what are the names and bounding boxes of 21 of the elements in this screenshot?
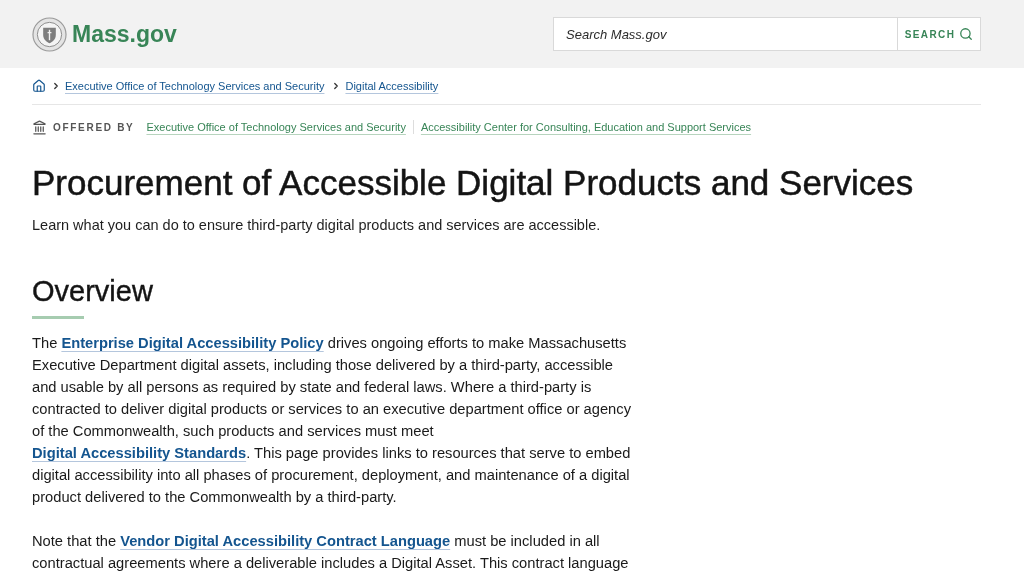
page-lede: Learn what you can do to ensure third-party digital products and services are accessible. — [32, 216, 602, 235]
heading-underline — [32, 316, 84, 319]
seal-icon — [32, 16, 67, 52]
body-paragraph: Note that the Vendor Digital Accessibility Contract Language must be included in all contractual agreements where a deliverable includes a Digital Asset. This contract language — [32, 532, 630, 573]
text-link[interactable]: Vendor Digital Accessibility Contract Language — [120, 533, 451, 549]
building-icon — [32, 119, 47, 135]
search-button[interactable]: SEARCH — [897, 17, 981, 51]
text-link[interactable]: Enterprise Digital Accessibility Policy — [61, 335, 324, 351]
site-logo-link[interactable]: Mass.gov — [32, 16, 177, 52]
organization-link[interactable]: Executive Office of Technology Services and Security — [146, 121, 406, 133]
page-title: Procurement of Accessible Digital Products and Services — [32, 163, 915, 203]
search-field[interactable]: Search Mass.gov — [553, 17, 897, 51]
organization-link[interactable]: Accessibility Center for Consulting, Education and Support Services — [420, 121, 752, 133]
section-heading: Overview — [32, 274, 154, 308]
offered-by-label: OFFERED BY — [53, 121, 135, 133]
chevron-icon — [51, 81, 61, 91]
breadcrumb-link[interactable]: Digital Accessibility — [345, 80, 439, 92]
breadcrumb-link[interactable]: Executive Office of Technology Services and Security — [65, 80, 325, 92]
search-icon — [959, 27, 974, 41]
home-icon[interactable] — [32, 79, 46, 93]
body-paragraph: The Enterprise Digital Accessibility Policy drives ongoing efforts to make Massachusetts Executive Department digital assets, including those delivered by a third-party, accessible and usable by all persons as required by state and federal laws. Where a third-party is contracted to deliver digital products or services to an executive department office or agency of the Commonwealth, such products and services must meet Digital Accessibility Standards. This page provides links to resources that serve to embed digital accessibility into all phases of procurement, deployment, and maintenance of a digital product delivered to the Commonwealth by a third-party. — [32, 334, 632, 507]
